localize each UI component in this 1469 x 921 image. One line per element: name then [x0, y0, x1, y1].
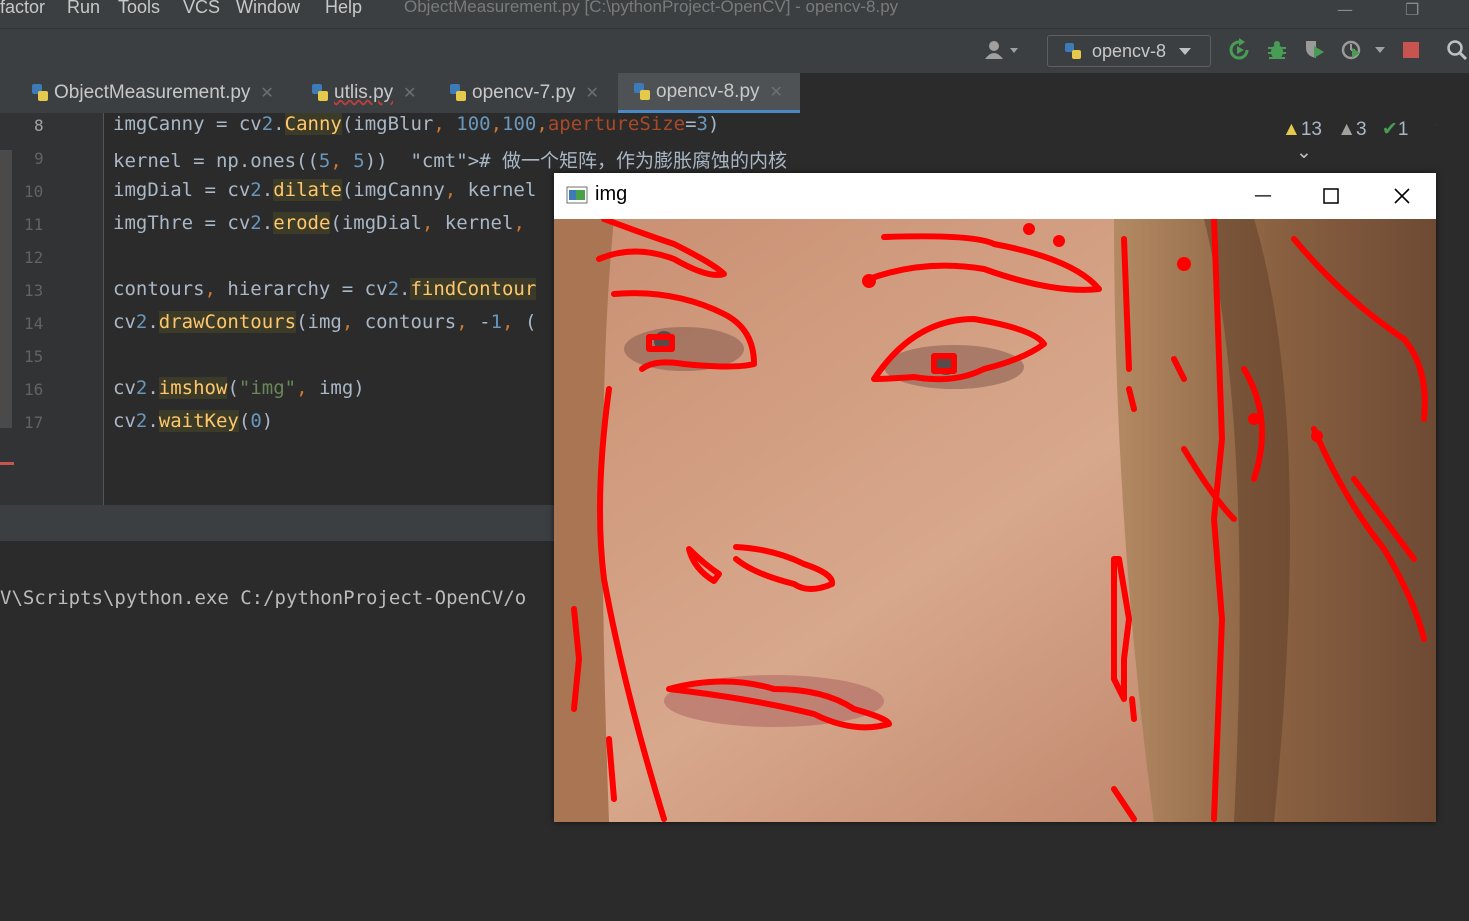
close-icon[interactable]: ✕ — [403, 83, 416, 103]
window-title: ObjectMeasurement.py [C:\pythonProject-O… — [404, 0, 899, 16]
chevron-down-icon[interactable]: ⌄ — [1296, 142, 1312, 163]
image-window-title: img — [595, 183, 628, 205]
python-icon — [1065, 43, 1081, 59]
code-line[interactable]: cv2.waitKey(0) — [113, 410, 273, 432]
menu-run[interactable]: Run — [67, 0, 100, 18]
code-line[interactable]: imgCanny = cv2.Canny(imgBlur, 100,100,ap… — [113, 113, 719, 135]
window-app-icon — [566, 186, 588, 204]
python-file-icon — [32, 84, 48, 101]
code-line[interactable]: contours, hierarchy = cv2.findContour — [113, 278, 537, 300]
menu-tools[interactable]: Tools — [118, 0, 160, 18]
editor-tabs: ObjectMeasurement.py ✕ utlis.py ✕ opencv-7… — [0, 73, 800, 113]
weak-warning-count: 3 — [1356, 119, 1367, 140]
close-icon[interactable]: ✕ — [260, 83, 273, 103]
line-number: 10 — [24, 182, 44, 201]
tab-label: opencv-8.py — [656, 80, 760, 102]
menu-bar: factor Run Tools VCS Window Help ObjectM… — [0, 0, 1469, 28]
line-number: 13 — [24, 281, 44, 300]
line-gutter — [0, 113, 104, 505]
menu-refactor[interactable]: factor — [0, 0, 45, 18]
tab-objectmeasurement[interactable]: ObjectMeasurement.py ✕ — [28, 73, 274, 113]
menu-window[interactable]: Window — [236, 0, 300, 18]
code-line[interactable]: cv2.drawContours(img, contours, -1, ( — [113, 311, 536, 333]
console-output: V\Scripts\python.exe C:/pythonProject-Op… — [0, 587, 527, 609]
warning-count: 13 — [1300, 119, 1322, 140]
restore-icon[interactable]: ❐ — [1405, 0, 1419, 19]
python-file-icon — [450, 84, 466, 101]
tab-opencv-8[interactable]: opencv-8.py ✕ — [618, 73, 800, 113]
python-file-icon — [312, 84, 328, 101]
line-number: 15 — [24, 347, 44, 366]
code-line[interactable]: imgThre = cv2.erode(imgDial, kernel, — [113, 212, 525, 234]
code-line[interactable]: cv2.imshow("img", img) — [113, 377, 365, 399]
run-config-label: opencv-8 — [1092, 40, 1167, 61]
tab-label: utlis.py — [334, 82, 394, 103]
chevron-down-icon — [1179, 48, 1192, 55]
scroll-marker — [0, 150, 12, 428]
menu-help[interactable]: Help — [325, 0, 362, 18]
code-line[interactable]: kernel = np.ones((5, 5)) "cmt"># 做一个矩阵，作… — [113, 146, 787, 173]
tab-utlis[interactable]: utlis.py ✕ — [308, 73, 417, 113]
minimize-icon[interactable]: — — [1337, 0, 1353, 19]
face-image — [554, 219, 1436, 822]
coverage-icon[interactable] — [1302, 37, 1328, 63]
tool-window-divider — [0, 505, 554, 541]
toolbar: opencv-8 — [0, 28, 1469, 74]
warning-icon: ▲ — [1282, 119, 1301, 140]
stop-icon[interactable] — [1400, 37, 1422, 63]
tab-label: ObjectMeasurement.py — [54, 82, 251, 103]
line-number: 17 — [24, 413, 44, 432]
image-canvas — [554, 219, 1436, 822]
line-number: 11 — [24, 215, 44, 234]
search-icon[interactable] — [1446, 37, 1468, 63]
debug-icon[interactable] — [1264, 37, 1290, 63]
weak-warning-icon: ▲ — [1337, 119, 1357, 140]
tab-opencv-7[interactable]: opencv-7.py ✕ — [446, 73, 599, 113]
image-window-titlebar[interactable]: img — — [554, 173, 1436, 219]
user-icon[interactable] — [982, 37, 1022, 63]
profile-icon[interactable] — [1340, 37, 1388, 63]
menu-vcs[interactable]: VCS — [183, 0, 220, 18]
minimize-icon[interactable]: — — [1254, 185, 1272, 206]
line-number: 14 — [24, 314, 44, 333]
close-icon[interactable]: ✕ — [770, 82, 783, 102]
run-console[interactable]: V\Scripts\python.exe C:/pythonProject-Op… — [0, 581, 554, 921]
close-icon[interactable]: ✕ — [586, 83, 599, 103]
code-line[interactable]: imgDial = cv2.dilate(imgCanny, kernel — [113, 179, 536, 201]
error-marker — [0, 462, 14, 465]
close-icon[interactable] — [1393, 187, 1411, 205]
line-number: 8 — [34, 116, 44, 135]
line-number: 16 — [24, 380, 44, 399]
right-strip — [1436, 113, 1469, 921]
line-number: 12 — [24, 248, 44, 267]
rerun-icon[interactable] — [1226, 37, 1252, 63]
tab-label: opencv-7.py — [472, 82, 576, 103]
run-config-select[interactable]: opencv-8 — [1047, 35, 1211, 67]
ok-count: 1 — [1397, 119, 1409, 140]
maximize-icon[interactable] — [1323, 188, 1339, 204]
line-number: 9 — [34, 149, 44, 168]
python-file-icon — [634, 82, 650, 100]
image-window[interactable]: img — — [554, 173, 1436, 822]
check-icon: ✔ — [1381, 119, 1398, 140]
